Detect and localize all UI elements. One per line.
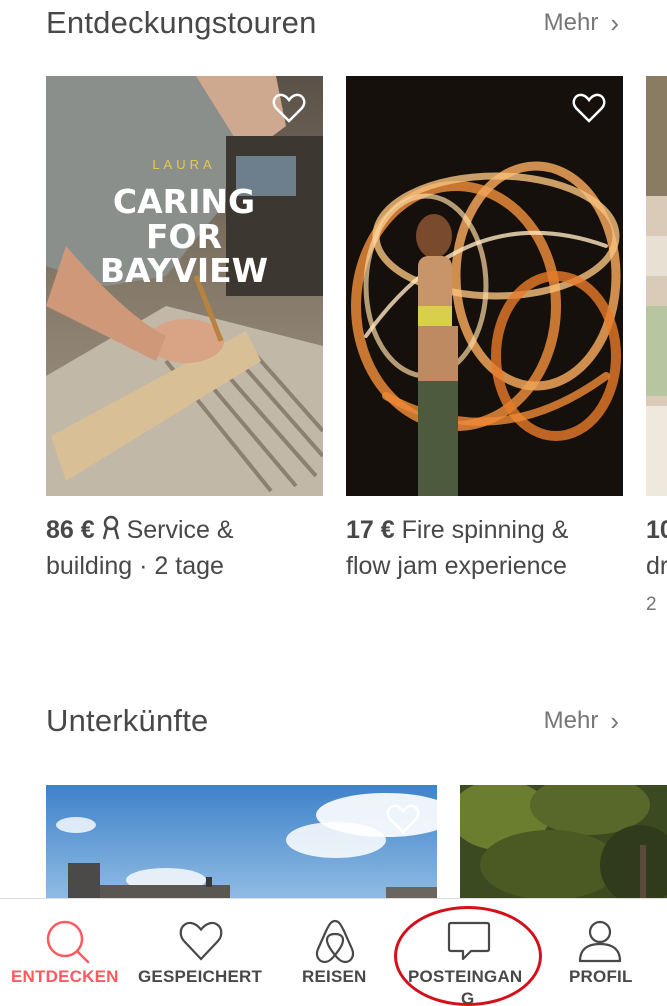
svg-text:CARING: CARING xyxy=(113,182,255,221)
experience-card[interactable]: LAURA CARING FOR BAYVIEW 86 € Service & … xyxy=(46,76,323,580)
homes-header: Unterkünfte Mehr › xyxy=(46,701,619,741)
tab-label: GESPEICHERT xyxy=(138,967,263,986)
home-card[interactable] xyxy=(460,785,667,898)
experience-price: 86 € xyxy=(46,516,95,544)
experience-card-text: 86 € Service & building · 2 tage xyxy=(46,512,323,584)
heart-icon xyxy=(179,921,223,961)
chevron-right-icon: › xyxy=(610,7,619,38)
message-icon xyxy=(447,921,491,961)
svg-text:BAYVIEW: BAYVIEW xyxy=(100,251,268,290)
experience-price: 10 xyxy=(646,516,667,544)
experience-title-line1: Service & xyxy=(126,516,234,544)
experience-title-line2: building · 2 tage xyxy=(46,552,224,580)
more-homes-link[interactable]: Mehr › xyxy=(544,706,619,737)
tab-entdecken[interactable]: ENTDECKEN xyxy=(0,899,134,1006)
tab-reisen[interactable]: REISEN xyxy=(268,899,402,1006)
section-title-homes: Unterkünfte xyxy=(46,703,209,738)
tab-label: PROFIL xyxy=(569,967,633,986)
woodworking-photo: LAURA CARING FOR BAYVIEW xyxy=(46,76,323,496)
host-name-overlay: LAURA xyxy=(152,157,215,172)
home-photo-sky xyxy=(46,785,437,898)
tab-posteingang[interactable]: POSTEINGAN G xyxy=(402,899,536,1006)
experience-price: 17 € xyxy=(346,516,395,544)
home-card[interactable] xyxy=(46,785,437,898)
experience-title-line1: Fire spinning & xyxy=(401,516,569,544)
home-photo-forest xyxy=(460,785,667,898)
experience-title-line2: flow jam experience xyxy=(346,552,567,580)
partial-photo xyxy=(646,76,667,496)
more-label: Mehr xyxy=(543,9,599,36)
tab-label-wrap: G xyxy=(461,989,475,1006)
experience-sub: 2 I xyxy=(646,594,657,615)
more-experiences-link[interactable]: Mehr › xyxy=(544,8,619,39)
heart-icon[interactable] xyxy=(572,92,606,124)
heart-icon[interactable] xyxy=(386,803,420,835)
experience-image-partial[interactable] xyxy=(646,76,667,496)
tab-label: POSTEINGAN xyxy=(408,967,523,986)
bottom-tab-bar: ENTDECKEN GESPEICHERT REISEN POSTEINGAN … xyxy=(0,898,667,1006)
more-label: Mehr xyxy=(543,707,599,734)
tab-label: REISEN xyxy=(302,967,367,986)
social-impact-ribbon-icon xyxy=(102,515,120,541)
airbnb-belo-icon xyxy=(315,919,355,964)
tab-gespeichert[interactable]: GESPEICHERT xyxy=(134,899,268,1006)
experience-card[interactable]: 17 € Fire spinning & flow jam experience xyxy=(346,76,623,580)
experiences-header: Entdeckungstouren Mehr › xyxy=(46,3,619,43)
experience-card-text: 10 dr xyxy=(646,512,667,584)
tab-profil[interactable]: PROFIL xyxy=(536,899,667,1006)
experience-title-line2: dr xyxy=(646,552,667,580)
experience-image-fire-spinning[interactable] xyxy=(346,76,623,496)
profile-icon xyxy=(578,920,622,963)
chevron-right-icon: › xyxy=(610,705,619,736)
section-title-experiences: Entdeckungstouren xyxy=(46,5,317,40)
fire-spinning-photo xyxy=(346,76,623,496)
experience-image-caring-for-bayview[interactable]: LAURA CARING FOR BAYVIEW xyxy=(46,76,323,496)
tab-label: ENTDECKEN xyxy=(11,967,119,986)
experience-card[interactable]: 10 dr 2 I xyxy=(646,76,667,616)
heart-icon[interactable] xyxy=(272,92,306,124)
search-icon xyxy=(46,920,90,964)
experience-card-text: 17 € Fire spinning & flow jam experience xyxy=(346,512,636,584)
